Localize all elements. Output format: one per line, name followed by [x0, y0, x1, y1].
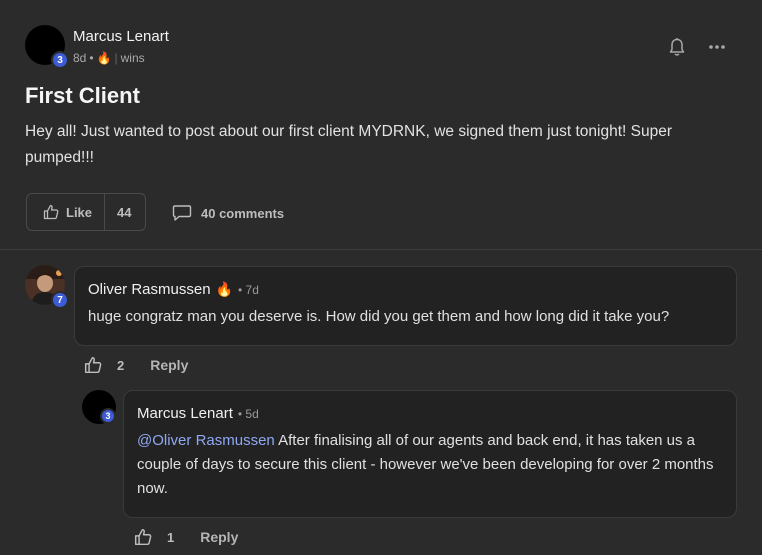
meta-separator: |: [114, 51, 118, 65]
mention-link[interactable]: @Oliver Rasmussen: [137, 432, 275, 449]
like-label: Like: [66, 204, 93, 220]
post-category[interactable]: wins: [121, 51, 145, 65]
post-title: First Client: [25, 83, 140, 108]
reply-author-name[interactable]: Marcus Lenart: [137, 405, 233, 422]
reply-actions: 1 Reply: [134, 528, 238, 546]
reply-time: • 5d: [237, 406, 259, 421]
post-like-control: Like 44: [26, 193, 146, 231]
post-body: Hey all! Just wanted to post about our f…: [25, 123, 673, 166]
post-time: 8d: [73, 51, 87, 65]
like-button[interactable]: Like: [27, 194, 106, 230]
comment-time: • 7d: [237, 282, 259, 297]
comment-actions: 2 Reply: [84, 356, 188, 374]
more-icon[interactable]: [708, 44, 726, 50]
post-author-name[interactable]: Marcus Lenart: [73, 28, 169, 45]
like-count[interactable]: 44: [105, 205, 143, 220]
comment-like-count: 2: [117, 357, 125, 373]
flame-icon: 🔥: [96, 51, 112, 65]
meta-dot: •: [89, 51, 94, 65]
reply-reply-button[interactable]: Reply: [200, 529, 238, 545]
post-author-level-badge: 3: [51, 51, 69, 69]
comment-icon: [172, 204, 192, 222]
commenter-name[interactable]: Oliver Rasmussen: [88, 281, 211, 298]
reply-like-count: 1: [167, 529, 175, 545]
thumbs-up-icon[interactable]: [84, 356, 102, 374]
post-divider: [0, 249, 762, 250]
bell-icon[interactable]: [668, 37, 686, 57]
reply-button[interactable]: Reply: [150, 357, 188, 373]
thumbs-up-icon: [43, 204, 59, 220]
reply-author-level-badge: 3: [100, 408, 116, 424]
thumbs-up-icon[interactable]: [134, 528, 152, 546]
reply-header: Marcus Lenart • 5d: [137, 405, 259, 422]
comment-text: huge congratz man you deserve is. How di…: [88, 308, 670, 325]
reply-text: @Oliver Rasmussen After finalising all o…: [137, 429, 727, 501]
comments-count-label: 40 comments: [201, 205, 285, 221]
flame-icon: 🔥: [215, 281, 233, 297]
comment-header: Oliver Rasmussen 🔥 • 7d: [88, 281, 259, 298]
commenter-level-badge: 7: [51, 291, 69, 309]
comments-button[interactable]: 40 comments: [172, 204, 284, 222]
post-meta: 8d • 🔥 | wins: [73, 51, 145, 65]
